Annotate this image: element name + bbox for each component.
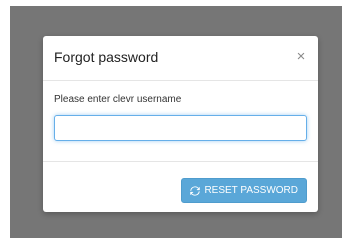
close-icon[interactable]: × <box>294 49 308 65</box>
reset-password-label: RESET PASSWORD <box>204 185 298 196</box>
refresh-icon <box>190 185 201 196</box>
dialog-title: Forgot password <box>54 49 159 65</box>
forgot-password-dialog: Forgot password × Please enter clevr use… <box>43 36 318 212</box>
dialog-header: Forgot password × <box>43 36 318 81</box>
reset-password-button[interactable]: RESET PASSWORD <box>181 178 307 203</box>
username-input[interactable] <box>54 115 307 141</box>
username-label: Please enter clevr username <box>54 94 182 105</box>
dialog-body: Please enter clevr username <box>43 81 318 162</box>
